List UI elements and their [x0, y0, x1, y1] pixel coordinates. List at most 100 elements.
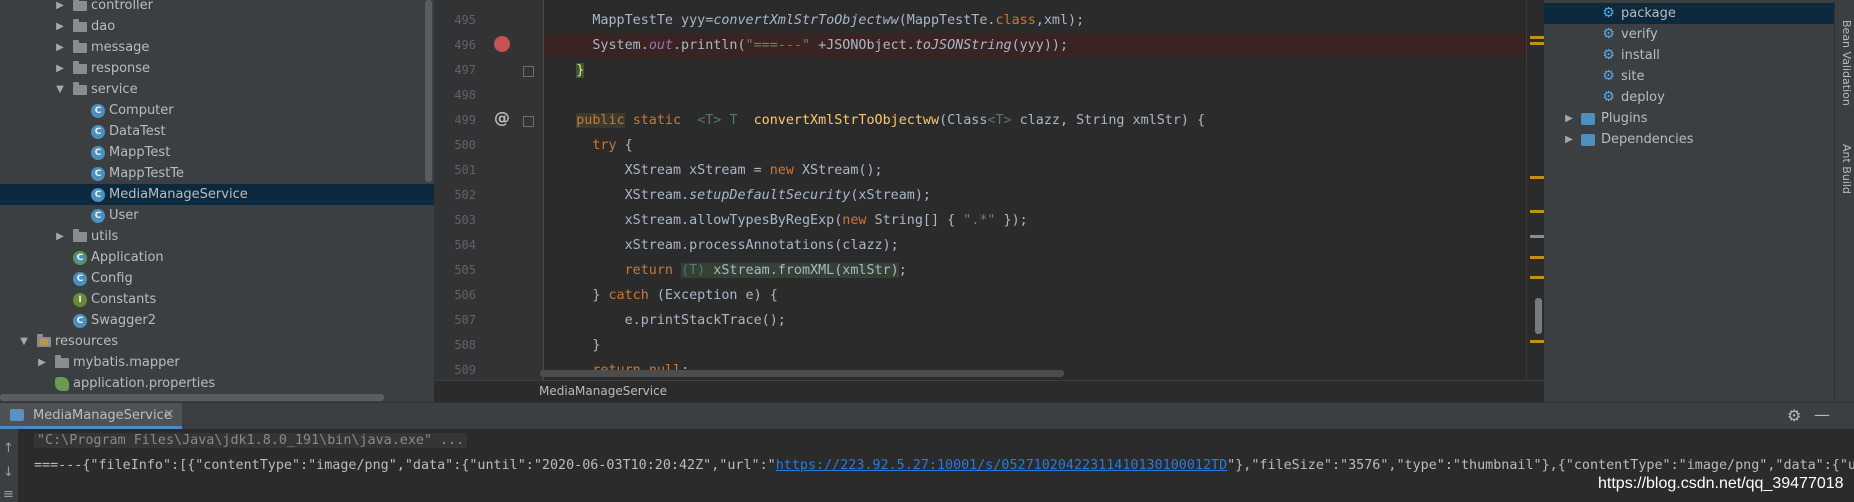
expand-arrow-icon[interactable]: ▶	[37, 352, 47, 373]
code-line-505: return (T) xStream.fromXML(xmlStr);	[544, 258, 1544, 283]
collapse-arrow-icon[interactable]: ▼	[19, 331, 29, 352]
run-tab-label: MediaManageService	[33, 408, 172, 423]
breadcrumb-item[interactable]: MediaManageService	[539, 384, 667, 398]
spring-boot-class-icon: C	[73, 251, 87, 265]
code-token: (Exception e) {	[648, 288, 778, 303]
tree-item-user[interactable]: C User	[0, 205, 434, 226]
expand-arrow-icon[interactable]: ▶	[55, 0, 65, 16]
expand-arrow-icon[interactable]: ▶	[55, 226, 65, 247]
ant-build-tab[interactable]: Ant Build	[1837, 144, 1853, 194]
warning-marker[interactable]	[1530, 276, 1544, 279]
maven-goal-label: install	[1621, 48, 1660, 63]
expand-arrow-icon[interactable]: ▶	[1564, 108, 1574, 129]
tree-item-application-properties[interactable]: application.properties	[0, 373, 434, 394]
warning-marker[interactable]	[1530, 256, 1544, 259]
fold-marker-icon[interactable]	[523, 116, 534, 127]
tree-vertical-scrollbar[interactable]	[425, 0, 432, 182]
maven-goal-label: site	[1621, 69, 1645, 84]
watermark: https://blog.csdn.net/qq_39477018	[1598, 475, 1844, 492]
tree-item-mediamanageservice[interactable]: C MediaManageService	[0, 184, 434, 205]
expand-arrow-icon[interactable]: ▶	[55, 16, 65, 37]
close-icon[interactable]: ×	[163, 406, 175, 422]
maven-goal-deploy[interactable]: ⚙ deploy	[1544, 87, 1834, 108]
tree-item-swagger2[interactable]: C Swagger2	[0, 310, 434, 331]
tree-item-mapptest[interactable]: C MappTest	[0, 142, 434, 163]
tree-item-response[interactable]: ▶ response	[0, 58, 434, 79]
line-number: 502	[454, 188, 476, 202]
tree-item-service[interactable]: ▼ service	[0, 79, 434, 100]
class-icon: C	[73, 272, 87, 286]
class-icon: C	[91, 209, 105, 223]
code-editor[interactable]: MappTestTe yyy=convertXmlStrToObjectww(M…	[544, 0, 1544, 380]
scroll-up-icon[interactable]: ↑	[3, 441, 14, 456]
code-line-506: } catch (Exception e) {	[544, 283, 1544, 308]
code-token: String[] {	[866, 213, 964, 228]
run-tab[interactable]: MediaManageService ×	[0, 403, 182, 429]
expand-arrow-icon[interactable]: ▶	[55, 58, 65, 79]
warning-marker[interactable]	[1530, 176, 1544, 179]
gear-icon: ⚙	[1602, 68, 1615, 84]
folder-icon	[73, 0, 87, 11]
maven-goal-verify[interactable]: ⚙ verify	[1544, 24, 1834, 45]
maven-goal-site[interactable]: ⚙ site	[1544, 66, 1834, 87]
editor-vertical-scrollbar[interactable]	[1535, 298, 1542, 334]
info-marker[interactable]	[1530, 235, 1544, 238]
code-token: "===---"	[745, 38, 811, 53]
tree-item-config[interactable]: C Config	[0, 268, 434, 289]
maven-goal-label: package	[1621, 6, 1676, 21]
gear-icon: ⚙	[1602, 47, 1615, 63]
maven-goal-install[interactable]: ⚙ install	[1544, 45, 1834, 66]
tree-item-mybatis-mapper[interactable]: ▶ mybatis.mapper	[0, 352, 434, 373]
collapse-arrow-icon[interactable]: ▼	[55, 79, 65, 100]
warning-marker[interactable]	[1530, 210, 1544, 213]
maven-group-plugins[interactable]: ▶ Plugins	[1544, 108, 1834, 129]
tree-item-datatest[interactable]: C DataTest	[0, 121, 434, 142]
tree-item-resources[interactable]: ▼ resources	[0, 331, 434, 352]
run-toolbar: ↑ ↓ ≡	[0, 429, 18, 502]
editor-horizontal-scrollbar[interactable]	[540, 370, 1064, 377]
tree-item-constants[interactable]: I Constants	[0, 289, 434, 310]
maven-goal-package[interactable]: ⚙ package	[1544, 3, 1834, 24]
code-token: ".*"	[963, 213, 996, 228]
tree-item-computer[interactable]: C Computer	[0, 100, 434, 121]
code-token: convertXmlStrToObjectww	[713, 13, 899, 28]
warning-marker[interactable]	[1530, 340, 1544, 343]
tree-item-dao[interactable]: ▶ dao	[0, 16, 434, 37]
tree-item-message[interactable]: ▶ message	[0, 37, 434, 58]
soft-wrap-icon[interactable]: ≡	[3, 487, 14, 502]
project-tree: ▶ controller ▶ dao ▶ message ▶ response …	[0, 0, 434, 402]
breakpoint-icon[interactable]	[494, 36, 510, 52]
tree-horizontal-scrollbar[interactable]	[0, 394, 384, 401]
run-tool-window: MediaManageService × ⚙ — ↑ ↓ ≡ "C:\Progr…	[0, 402, 1854, 502]
code-line-502: XStream.setupDefaultSecurity(xStream);	[544, 183, 1544, 208]
code-token: try	[592, 138, 617, 153]
fold-marker-icon[interactable]	[523, 66, 534, 77]
warning-marker[interactable]	[1530, 36, 1544, 39]
code-line-507: e.printStackTrace();	[544, 308, 1544, 333]
maven-group-dependencies[interactable]: ▶ Dependencies	[1544, 129, 1834, 150]
warning-marker[interactable]	[1530, 42, 1544, 45]
scroll-down-icon[interactable]: ↓	[3, 465, 14, 480]
plugins-icon	[1581, 113, 1595, 125]
code-token: (xStream);	[850, 188, 931, 203]
tree-item-label: Swagger2	[91, 313, 156, 328]
minimize-icon[interactable]: —	[1814, 405, 1830, 424]
settings-gear-icon[interactable]: ⚙	[1787, 406, 1801, 425]
expand-arrow-icon[interactable]: ▶	[1564, 129, 1574, 150]
expand-arrow-icon[interactable]: ▶	[55, 37, 65, 58]
tree-item-utils[interactable]: ▶ utils	[0, 226, 434, 247]
console-output-link[interactable]: https://223.92.5.27:10001/s/052710204223…	[776, 458, 1227, 473]
code-line-503: xStream.allowTypesByRegExp(new String[] …	[544, 208, 1544, 233]
code-line-497: }	[544, 58, 1544, 83]
tree-item-mapptestte[interactable]: C MappTestTe	[0, 163, 434, 184]
maven-panel: ⚙ package ⚙ verify ⚙ install ⚙ site ⚙ de…	[1544, 0, 1834, 402]
tree-item-label: resources	[55, 334, 119, 349]
tree-item-label: response	[91, 61, 151, 76]
tree-item-application[interactable]: C Application	[0, 247, 434, 268]
tree-item-controller[interactable]: ▶ controller	[0, 0, 434, 16]
line-number: 507	[454, 313, 476, 327]
bean-validation-tab[interactable]: Bean Validation	[1837, 20, 1853, 106]
code-token: xStream.allowTypesByRegExp(	[624, 213, 843, 228]
code-token: new	[842, 213, 867, 228]
interface-icon: I	[73, 293, 87, 307]
